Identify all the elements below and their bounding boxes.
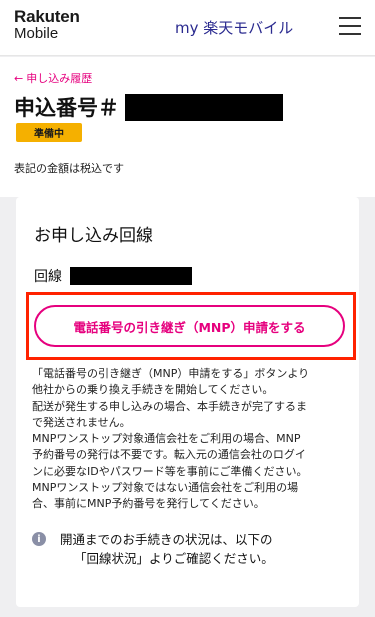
line-status-info: i 開通までのお手続きの状況は、以下の 「回線状況」よりご確認ください。: [32, 530, 350, 568]
mnp-description: 「電話番号の引き継ぎ（MNP）申請をする」ボタンより 他社からの乗り換え手続きを…: [32, 366, 350, 513]
app-header: Rakuten Mobile my 楽天モバイル: [0, 0, 375, 56]
logo-line1: Rakuten: [14, 7, 80, 26]
info-text-line1: 開通までのお手続きの状況は、以下の: [60, 532, 273, 547]
description-line: ンに必要なIDやパスワード等を事前にご準備ください。: [32, 464, 308, 478]
description-line: 他社からの乗り換え手続きを開始してください。: [32, 383, 274, 397]
info-text: 開通までのお手続きの状況は、以下の 「回線状況」よりご確認ください。: [60, 530, 274, 568]
description-line: で発送されません。: [32, 415, 131, 429]
application-number-label: 申込番号＃: [14, 96, 119, 120]
back-link-application-history[interactable]: ← 申し込み履歴: [14, 70, 92, 86]
hamburger-menu-icon[interactable]: [339, 17, 361, 37]
arrow-left-icon: ←: [14, 71, 24, 85]
back-link-label: 申し込み履歴: [26, 72, 93, 85]
status-badge: 準備中: [16, 123, 82, 142]
description-line: MNPワンストップ対象ではない通信会社をご利用の場: [32, 481, 299, 495]
info-icon: i: [32, 532, 46, 546]
page-title: 申込番号＃: [14, 92, 283, 122]
info-text-line2: 「回線状況」よりご確認ください。: [74, 551, 274, 566]
rakuten-mobile-logo[interactable]: Rakuten Mobile: [14, 8, 80, 42]
logo-line2: Mobile: [14, 25, 59, 42]
redacted-line-number: [70, 267, 192, 285]
redacted-application-number: [125, 93, 283, 121]
tax-note: 表記の金額は税込です: [14, 162, 124, 175]
description-line: 予約番号の発行は不要です。転入元の通信会社のログイ: [32, 448, 306, 462]
mnp-request-button[interactable]: 電話番号の引き継ぎ（MNP）申請をする: [34, 305, 345, 347]
description-line: MNPワンストップ対象通信会社をご利用の場合、MNP: [32, 432, 301, 446]
card-title: お申し込み回線: [34, 226, 153, 246]
header-title[interactable]: my 楽天モバイル: [175, 17, 293, 38]
description-line: 合、事前にMNP予約番号を発行してください。: [32, 497, 265, 511]
line-row: 回線: [34, 266, 192, 286]
description-line: 「電話番号の引き継ぎ（MNP）申請をする」ボタンより: [32, 367, 310, 380]
description-line: 配送が発生する申し込みの場合、本手続きが完了するま: [32, 399, 307, 413]
line-label: 回線: [34, 269, 62, 285]
